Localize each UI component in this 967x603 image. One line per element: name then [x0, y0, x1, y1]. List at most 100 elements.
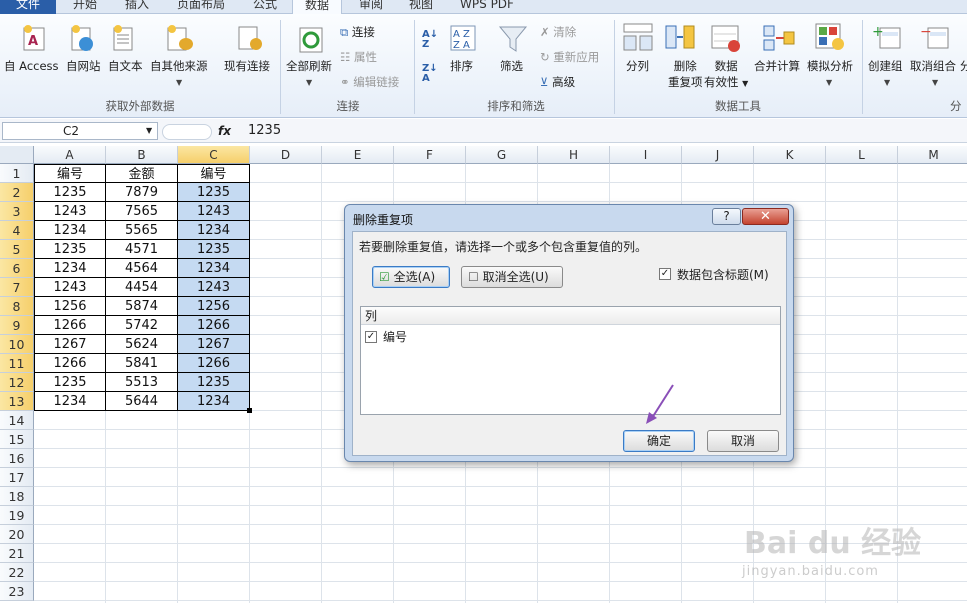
table-cell[interactable]: 1266 — [178, 354, 250, 373]
from-other-sources-button[interactable]: 自其他来源 — [150, 58, 208, 74]
table-cell[interactable]: 1266 — [34, 316, 106, 335]
column-header-m[interactable]: M — [898, 146, 967, 164]
column-header-c[interactable]: C — [178, 146, 250, 164]
table-cell[interactable]: 4454 — [106, 278, 178, 297]
sort-descending-icon[interactable]: Z↓ A — [422, 64, 438, 84]
row-header-18[interactable]: 18 — [0, 487, 34, 506]
column-header-l[interactable]: L — [826, 146, 898, 164]
table-cell[interactable]: 1235 — [34, 183, 106, 202]
ok-button[interactable]: 确定 — [623, 430, 695, 452]
table-cell[interactable]: 1234 — [34, 221, 106, 240]
table-cell[interactable]: 7565 — [106, 202, 178, 221]
what-if-analysis-button[interactable]: 模拟分析 — [807, 58, 853, 74]
group-button[interactable]: 创建组 — [868, 58, 903, 74]
tab-home[interactable]: 开始 — [64, 0, 106, 14]
name-box[interactable]: C2 — [2, 122, 158, 140]
edit-links-button[interactable]: ⚭ 编辑链接 — [340, 74, 399, 90]
ungroup-dropdown-icon[interactable]: ▼ — [932, 78, 938, 87]
sort-button[interactable]: 排序 — [450, 58, 473, 74]
group-dropdown-icon[interactable]: ▼ — [884, 78, 890, 87]
row-header-21[interactable]: 21 — [0, 544, 34, 563]
row-header-16[interactable]: 16 — [0, 449, 34, 468]
tab-review[interactable]: 审阅 — [350, 0, 392, 14]
row-header-3[interactable]: 3 — [0, 202, 34, 221]
table-cell[interactable]: 1235 — [34, 373, 106, 392]
row-header-20[interactable]: 20 — [0, 525, 34, 544]
advanced-filter-button[interactable]: ⊻ 高级 — [540, 74, 575, 90]
row-header-22[interactable]: 22 — [0, 563, 34, 582]
row-header-14[interactable]: 14 — [0, 411, 34, 430]
fill-handle[interactable] — [247, 408, 252, 413]
table-cell[interactable]: 1243 — [178, 278, 250, 297]
header-cell[interactable]: 编号 — [34, 164, 106, 183]
from-access-button[interactable]: 自 Access — [4, 58, 59, 74]
tab-data[interactable]: 数据 — [292, 0, 342, 15]
table-cell[interactable]: 5624 — [106, 335, 178, 354]
table-cell[interactable]: 1234 — [178, 392, 250, 411]
row-header-6[interactable]: 6 — [0, 259, 34, 278]
text-to-columns-button[interactable]: 分列 — [626, 58, 649, 74]
other-sources-dropdown-icon[interactable]: ▼ — [176, 78, 182, 87]
table-cell[interactable]: 4571 — [106, 240, 178, 259]
table-cell[interactable]: 1243 — [34, 202, 106, 221]
table-cell[interactable]: 1234 — [178, 259, 250, 278]
consolidate-button[interactable]: 合并计算 — [754, 58, 800, 74]
formula-input[interactable]: 1235 — [248, 123, 281, 138]
table-cell[interactable]: 1234 — [34, 392, 106, 411]
row-header-10[interactable]: 10 — [0, 335, 34, 354]
insert-function-icon[interactable]: fx — [218, 124, 231, 138]
name-box-dropdown-icon[interactable]: ▼ — [146, 126, 152, 135]
has-headers-checkbox[interactable]: ✓ — [659, 268, 671, 280]
header-cell[interactable]: 金额 — [106, 164, 178, 183]
column-header-h[interactable]: H — [538, 146, 610, 164]
table-cell[interactable]: 5841 — [106, 354, 178, 373]
refresh-dropdown-icon[interactable]: ▼ — [306, 78, 312, 87]
row-header-17[interactable]: 17 — [0, 468, 34, 487]
column-header-a[interactable]: A — [34, 146, 106, 164]
help-button[interactable]: ? — [712, 208, 741, 225]
tab-insert[interactable]: 插入 — [116, 0, 158, 14]
row-header-4[interactable]: 4 — [0, 221, 34, 240]
existing-connections-button[interactable]: 现有连接 — [224, 58, 270, 74]
tab-page-layout[interactable]: 页面布局 — [168, 0, 234, 14]
table-cell[interactable]: 1267 — [34, 335, 106, 354]
row-header-11[interactable]: 11 — [0, 354, 34, 373]
tab-wps-pdf[interactable]: WPS PDF — [452, 0, 522, 14]
table-cell[interactable]: 1235 — [34, 240, 106, 259]
from-text-button[interactable]: 自文本 — [108, 58, 143, 74]
column-header-g[interactable]: G — [466, 146, 538, 164]
table-cell[interactable]: 1234 — [34, 259, 106, 278]
remove-duplicates-button[interactable]: 删除 重复项 — [668, 58, 703, 90]
table-cell[interactable]: 1235 — [178, 240, 250, 259]
cancel-dialog-button[interactable]: 取消 — [707, 430, 779, 452]
connections-button[interactable]: ⧉ 连接 — [340, 24, 375, 40]
sort-ascending-icon[interactable]: A↓ Z — [422, 30, 438, 50]
header-cell[interactable]: 编号 — [178, 164, 250, 183]
table-cell[interactable]: 5513 — [106, 373, 178, 392]
table-cell[interactable]: 7879 — [106, 183, 178, 202]
table-cell[interactable]: 1266 — [34, 354, 106, 373]
properties-button[interactable]: ☷ 属性 — [340, 49, 377, 65]
select-all-button[interactable]: ☑ 全选(A) — [372, 266, 450, 288]
filter-button[interactable]: 筛选 — [500, 58, 523, 74]
table-cell[interactable]: 1235 — [178, 183, 250, 202]
row-header-23[interactable]: 23 — [0, 582, 34, 601]
table-cell[interactable]: 5742 — [106, 316, 178, 335]
row-header-9[interactable]: 9 — [0, 316, 34, 335]
table-cell[interactable]: 5644 — [106, 392, 178, 411]
row-header-13[interactable]: 13 — [0, 392, 34, 411]
close-button[interactable]: ✕ — [742, 208, 789, 225]
column-checkbox[interactable]: ✓ — [365, 331, 377, 343]
subtotal-button[interactable]: 分 — [960, 58, 967, 74]
table-cell[interactable]: 1243 — [34, 278, 106, 297]
tab-file[interactable]: 文件 — [0, 0, 56, 14]
row-header-7[interactable]: 7 — [0, 278, 34, 297]
column-header-k[interactable]: K — [754, 146, 826, 164]
column-header-e[interactable]: E — [322, 146, 394, 164]
table-cell[interactable]: 1235 — [178, 373, 250, 392]
data-validation-button[interactable]: 数据 有效性 ▼ — [704, 58, 748, 90]
table-cell[interactable]: 5565 — [106, 221, 178, 240]
row-header-12[interactable]: 12 — [0, 373, 34, 392]
tab-formulas[interactable]: 公式 — [244, 0, 286, 14]
row-header-8[interactable]: 8 — [0, 297, 34, 316]
